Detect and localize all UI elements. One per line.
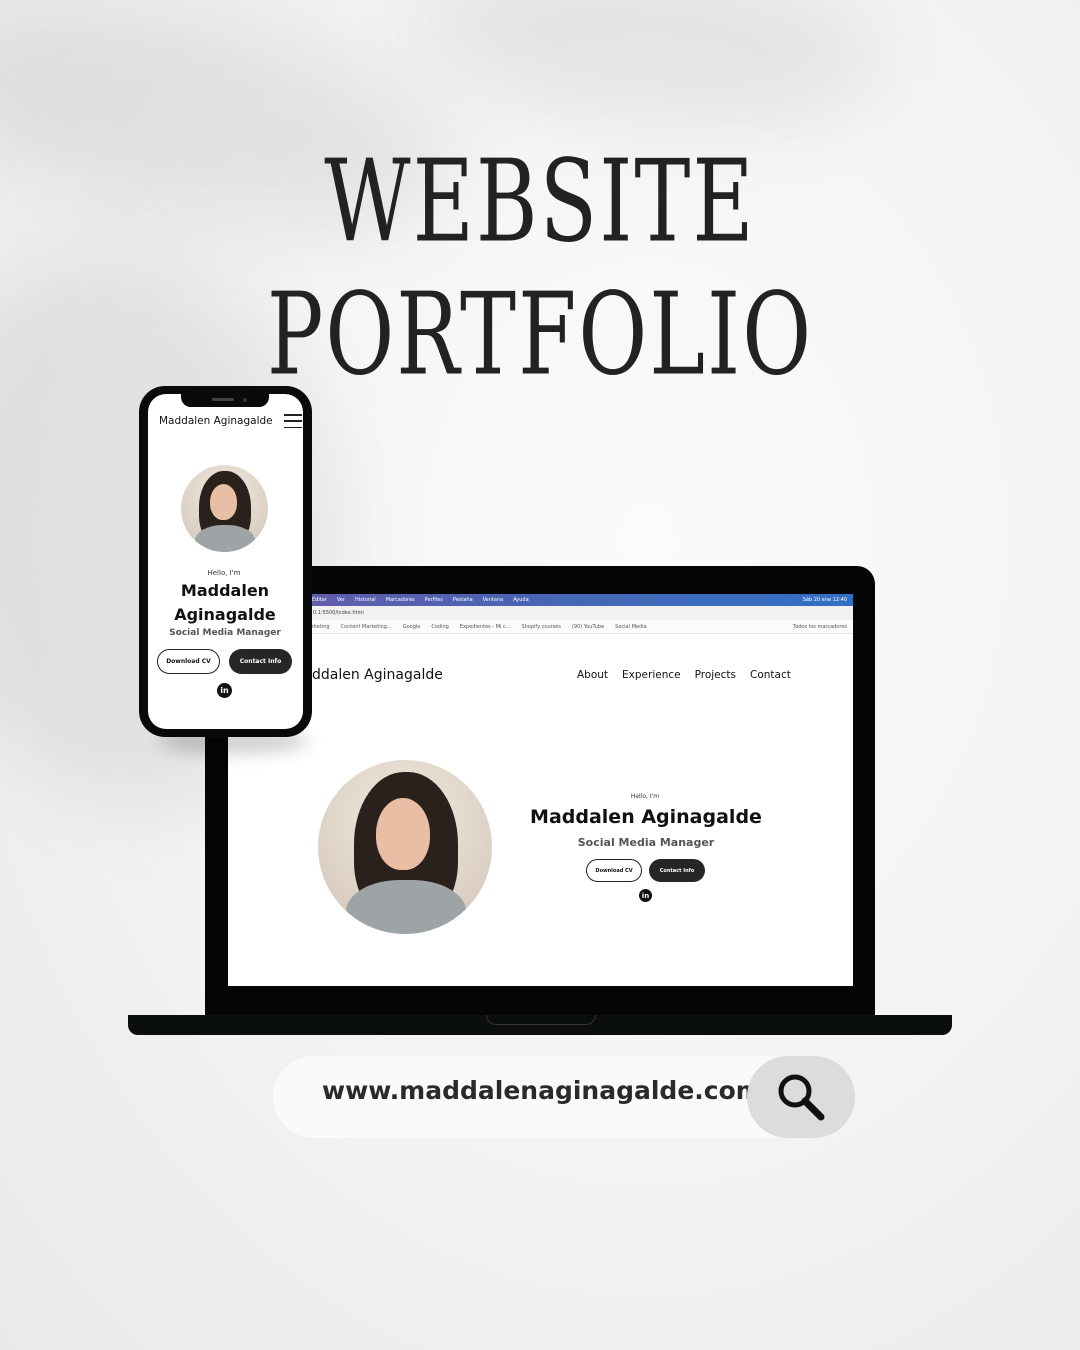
phone-download-cv-button[interactable]: Download CV: [157, 649, 220, 674]
phone-screen: [148, 394, 303, 729]
linkedin-icon[interactable]: in: [639, 889, 652, 902]
bookmark-item[interactable]: (90) YouTube: [572, 624, 604, 630]
browser-url-bar[interactable]: 0.1:5500/index.html: [228, 606, 853, 620]
search-button[interactable]: [747, 1056, 855, 1138]
mac-menubar: Editar Ver Historial Marcadores Perfiles…: [228, 594, 853, 606]
bookmark-item[interactable]: Shopify courses: [521, 624, 561, 630]
headline-line-1: WEBSITE: [324, 135, 756, 268]
hamburger-menu-icon[interactable]: [284, 414, 302, 428]
bookmark-item[interactable]: Todos los marcadores: [793, 624, 847, 630]
hero-name: Maddalen Aginagalde: [530, 806, 762, 828]
download-cv-button[interactable]: Download CV: [586, 859, 642, 882]
bookmark-item[interactable]: Expedientes - Mi c...: [460, 624, 511, 630]
nav-projects[interactable]: Projects: [695, 669, 736, 681]
laptop-screen: Editar Ver Historial Marcadores Perfiles…: [228, 594, 853, 986]
magnifier-icon: [778, 1074, 825, 1121]
bookmark-item[interactable]: rketing: [312, 624, 330, 630]
menubar-item[interactable]: Ventana: [483, 597, 504, 603]
nav-contact[interactable]: Contact: [750, 669, 791, 681]
search-url-text[interactable]: www.maddalenaginagalde.com: [322, 1076, 762, 1105]
menubar-item[interactable]: Historial: [355, 597, 376, 603]
browser-url[interactable]: 0.1:5500/index.html: [313, 610, 364, 616]
site-brand[interactable]: ddalen Aginagalde: [312, 667, 443, 683]
bookmark-item[interactable]: Social Media: [615, 624, 646, 630]
profile-photo: [318, 760, 492, 934]
menubar-clock: Sáb 20 ene 12:40: [802, 597, 847, 603]
laptop-notch: [486, 1015, 596, 1025]
menubar-item[interactable]: Ayuda: [513, 597, 528, 603]
menubar-item[interactable]: Marcadores: [386, 597, 415, 603]
phone-hero-role: Social Media Manager: [169, 628, 281, 638]
hero-role: Social Media Manager: [577, 836, 715, 849]
contact-info-button[interactable]: Contact Info: [649, 859, 705, 882]
phone-profile-photo: [181, 465, 268, 552]
phone-camera: [243, 398, 247, 402]
phone-hero-hello: Hello, I'm: [207, 569, 241, 577]
headline-line-2: PORTFOLIO: [266, 268, 814, 401]
phone-hero-name-line-1: Maddalen: [180, 581, 270, 600]
site-nav: About Experience Projects Contact: [577, 669, 791, 681]
bookmark-item[interactable]: Google: [403, 624, 421, 630]
phone-speaker: [212, 398, 234, 401]
menubar-item[interactable]: Pestaña: [453, 597, 473, 603]
bookmarks-bar: rketing Content Marketing... Google Codi…: [228, 620, 853, 634]
bookmark-item[interactable]: Content Marketing...: [341, 624, 392, 630]
menubar-item[interactable]: Editar: [312, 597, 327, 603]
nav-about[interactable]: About: [577, 669, 608, 681]
phone-linkedin-icon[interactable]: in: [217, 683, 232, 698]
menubar-item[interactable]: Perfiles: [425, 597, 443, 603]
menubar-item[interactable]: Ver: [337, 597, 345, 603]
nav-experience[interactable]: Experience: [622, 669, 681, 681]
background-shadow: [412, 0, 888, 144]
hero-hello: Hello, I'm: [630, 793, 660, 800]
phone-contact-info-button[interactable]: Contact Info: [229, 649, 292, 674]
phone-hero-name-line-2: Aginagalde: [174, 605, 276, 624]
phone-site-brand[interactable]: Maddalen Aginagalde: [159, 415, 273, 427]
bookmark-item[interactable]: Coding: [431, 624, 448, 630]
